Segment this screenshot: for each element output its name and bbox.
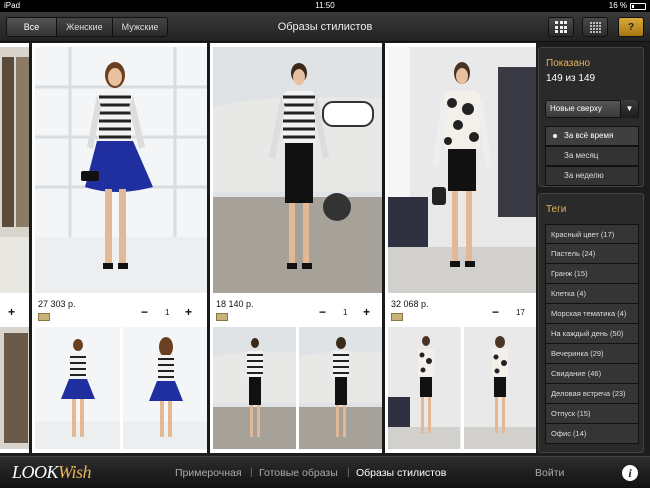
period-week[interactable]: За неделю xyxy=(545,166,639,186)
tag-item[interactable]: Вечеринка (29) xyxy=(545,344,639,364)
tags-title: Теги xyxy=(546,204,567,215)
nav-ready-looks[interactable]: Готовые образы xyxy=(259,457,338,488)
look-card[interactable]: 18 140 р. − 1 + xyxy=(213,43,385,453)
selected-dot-icon xyxy=(553,134,557,138)
tag-item[interactable]: Пастель (24) xyxy=(545,244,639,264)
clock: 11:50 xyxy=(315,1,335,10)
tag-item[interactable]: Красный цвет (17) xyxy=(545,224,639,244)
battery-percent: 16 % xyxy=(608,1,627,10)
period-month[interactable]: За месяц xyxy=(545,146,639,166)
filter-panel: Показано 149 из 149 Новые сверху ▼ За вс… xyxy=(538,43,644,453)
tag-item[interactable]: На каждый день (50) xyxy=(545,324,639,344)
look-price: 18 140 р. xyxy=(216,299,254,309)
look-author-icon xyxy=(391,313,403,321)
small-grid-icon xyxy=(589,21,601,33)
look-image[interactable] xyxy=(35,47,207,293)
filter-all-button[interactable]: Все xyxy=(7,18,57,36)
look-quantity: 1 xyxy=(343,308,348,317)
look-price: 32 068 р. xyxy=(391,299,429,309)
battery-status: 16 % xyxy=(609,0,646,12)
look-thumbnails xyxy=(0,327,29,449)
filter-men-button[interactable]: Мужские xyxy=(112,18,168,36)
status-bar: iPad 11:50 16 % xyxy=(0,0,650,12)
info-icon[interactable]: i xyxy=(622,465,638,481)
chevron-down-icon: ▼ xyxy=(620,100,638,118)
tag-item[interactable]: Гранж (15) xyxy=(545,264,639,284)
period-label: За неделю xyxy=(564,171,604,180)
look-card[interactable]: 27 303 р. − 1 + xyxy=(35,43,210,453)
increase-quantity-button[interactable]: + xyxy=(363,305,370,319)
lookwish-logo: LOOKWish xyxy=(12,462,92,482)
tag-item[interactable]: Клетка (4) xyxy=(545,284,639,304)
look-card[interactable]: 32 068 р. − 17 xyxy=(388,43,536,453)
period-all-time[interactable]: За всё время xyxy=(545,126,639,146)
small-grid-view-button[interactable] xyxy=(582,17,608,37)
nav-stylist-looks[interactable]: Образы стилистов xyxy=(356,457,446,488)
increase-quantity-button[interactable]: + xyxy=(8,305,15,319)
filter-women-button[interactable]: Женские xyxy=(57,18,113,36)
look-author-icon xyxy=(38,313,50,321)
large-grid-icon xyxy=(555,21,567,33)
look-quantity: 17 xyxy=(516,308,525,317)
shown-count: 149 из 149 xyxy=(546,73,596,84)
bottom-navigation: LOOKWish Примерочная | Готовые образы | … xyxy=(0,456,650,488)
period-label: За месяц xyxy=(564,151,599,160)
look-image[interactable] xyxy=(213,47,382,293)
look-thumbnail[interactable] xyxy=(0,327,29,449)
shown-title: Показано xyxy=(546,58,591,69)
nav-divider: | xyxy=(347,467,350,478)
sort-value: Новые сверху xyxy=(550,104,602,113)
look-thumbnail-back[interactable] xyxy=(122,327,207,449)
tag-item[interactable]: Деловая встреча (23) xyxy=(545,384,639,404)
results-box: Показано 149 из 149 Новые сверху ▼ За вс… xyxy=(538,47,644,187)
tags-list: Красный цвет (17) Пастель (24) Гранж (15… xyxy=(545,224,639,444)
login-button[interactable]: Войти xyxy=(535,457,564,488)
decrease-quantity-button[interactable]: − xyxy=(319,305,326,319)
increase-quantity-button[interactable]: + xyxy=(185,305,192,319)
gender-filter: Все Женские Мужские xyxy=(6,17,169,37)
app-screen: iPad 11:50 16 % Все Женские Мужские Обра… xyxy=(0,0,650,488)
battery-icon xyxy=(630,2,646,10)
looks-gallery: + 27 303 р. − 1 + 18 140 р. − 1 + 32 068… xyxy=(0,43,536,453)
look-image[interactable] xyxy=(388,47,536,293)
look-thumbnail-front[interactable] xyxy=(388,327,461,449)
tags-box: Теги Красный цвет (17) Пастель (24) Гран… xyxy=(538,193,644,453)
nav-divider: | xyxy=(250,467,253,478)
decrease-quantity-button[interactable]: − xyxy=(492,305,499,319)
sort-dropdown[interactable]: Новые сверху ▼ xyxy=(545,100,639,118)
decrease-quantity-button[interactable]: − xyxy=(141,305,148,319)
look-thumbnail-front[interactable] xyxy=(213,327,296,449)
look-quantity: 1 xyxy=(165,308,170,317)
look-card-partial[interactable]: + xyxy=(0,43,32,453)
top-toolbar: Все Женские Мужские Образы стилистов ? xyxy=(0,12,650,42)
tag-item[interactable]: Свидание (46) xyxy=(545,364,639,384)
large-grid-view-button[interactable] xyxy=(548,17,574,37)
period-label: За всё время xyxy=(564,131,614,140)
tag-item[interactable]: Морская тематика (4) xyxy=(545,304,639,324)
look-thumbnail-front[interactable] xyxy=(35,327,120,449)
look-thumbnails xyxy=(213,327,382,449)
nav-fitting-room[interactable]: Примерочная xyxy=(175,457,242,488)
tag-item[interactable]: Офис (14) xyxy=(545,424,639,444)
look-thumbnails xyxy=(388,327,536,449)
look-thumbnail-back[interactable] xyxy=(463,327,536,449)
look-image[interactable] xyxy=(0,47,29,293)
help-button[interactable]: ? xyxy=(618,17,644,37)
look-thumbnails xyxy=(35,327,207,449)
look-price: 27 303 р. xyxy=(38,299,76,309)
tag-item[interactable]: Отпуск (15) xyxy=(545,404,639,424)
look-author-icon xyxy=(216,313,228,321)
look-thumbnail-back[interactable] xyxy=(299,327,382,449)
